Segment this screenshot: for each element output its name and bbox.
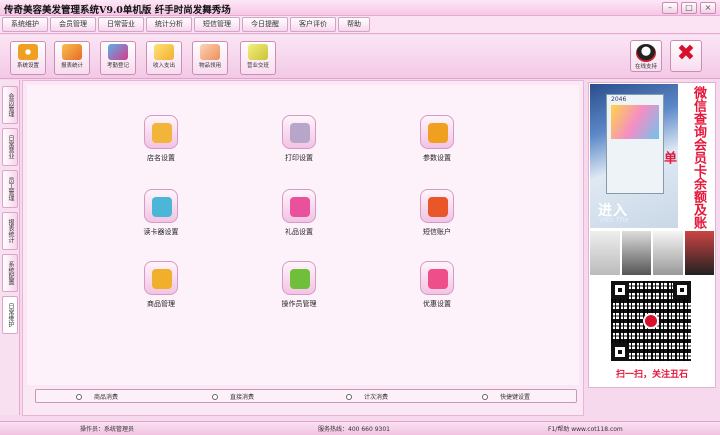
sms-icon bbox=[420, 189, 454, 223]
item-requisition-button[interactable]: 物品领用 bbox=[192, 41, 228, 75]
radio-direct-consumption[interactable]: 直接消费 bbox=[212, 392, 254, 401]
thumbnail-1 bbox=[590, 231, 620, 275]
status-help[interactable]: F1/帮助 www.cot118.com bbox=[548, 424, 623, 433]
window-controls: – □ × bbox=[662, 2, 716, 14]
status-hotline: 服务热线：400 660 9301 bbox=[318, 426, 390, 433]
card-reader-settings[interactable]: 读卡器设置 bbox=[121, 189, 201, 245]
shortcut-radio-bar: 商品消费 直接消费 计次消费 快捷键设置 bbox=[35, 389, 577, 403]
income-expense-button[interactable]: 收入支出 bbox=[146, 41, 182, 75]
store-name-settings[interactable]: 店名设置 bbox=[121, 115, 201, 171]
menu-member-management[interactable]: 会员管理 bbox=[50, 17, 96, 32]
thumbnail-4 bbox=[684, 231, 714, 275]
exit-button[interactable]: ✖ bbox=[670, 40, 702, 72]
handover-icon bbox=[248, 44, 268, 60]
goods-icon bbox=[144, 261, 178, 295]
thumbnail-3 bbox=[653, 231, 683, 275]
chart-icon bbox=[62, 44, 82, 60]
store-icon bbox=[144, 115, 178, 149]
shift-handover-button[interactable]: 营业交班 bbox=[240, 41, 276, 75]
discount-settings[interactable]: 优惠设置 bbox=[397, 261, 477, 317]
card-reader-icon bbox=[144, 189, 178, 223]
qr-corner bbox=[673, 281, 691, 299]
sms-account[interactable]: 短信账户 bbox=[397, 189, 477, 245]
tab-daily-business[interactable]: 日常营业 bbox=[2, 128, 18, 166]
tab-report-statistics[interactable]: 报表统计 bbox=[2, 212, 18, 250]
status-operator: 操作员：系统管理员 bbox=[80, 426, 135, 433]
scan-prompt: 扫一扫，关注丑石 bbox=[615, 370, 688, 380]
online-support-button[interactable]: 在线支持 bbox=[630, 40, 662, 72]
tab-member-management[interactable]: 会员管理 bbox=[2, 86, 18, 124]
wallet-icon bbox=[154, 44, 174, 60]
operator-management[interactable]: 操作员管理 bbox=[259, 261, 339, 317]
main-panel: 店名设置 打印设置 参数设置 读卡器设置 礼品设置 短信账户 商品管理 操作员管… bbox=[22, 80, 584, 416]
attendance-button[interactable]: 考勤登记 bbox=[100, 41, 136, 75]
radio-goods-consumption[interactable]: 商品消费 bbox=[76, 392, 118, 401]
tab-daily-maintenance[interactable]: 日常维护 bbox=[2, 296, 18, 334]
settings-grid: 店名设置 打印设置 参数设置 读卡器设置 礼品设置 短信账户 商品管理 操作员管… bbox=[27, 85, 579, 385]
ad-thumbnails bbox=[590, 231, 714, 275]
window-close-button[interactable]: × bbox=[700, 2, 716, 14]
users-icon bbox=[282, 261, 316, 295]
qr-code bbox=[611, 281, 691, 361]
radio-shortcut-settings[interactable]: 快捷键设置 bbox=[482, 392, 530, 401]
radio-count-consumption[interactable]: 计次消费 bbox=[346, 392, 388, 401]
menu-bar: 系统维护 会员管理 日常营业 统计分析 短信管理 今日提醒 客户评价 帮助 bbox=[0, 16, 720, 34]
tab-employee-management[interactable]: 员工管理 bbox=[2, 170, 18, 208]
qr-logo-icon bbox=[643, 313, 659, 329]
parameter-settings[interactable]: 参数设置 bbox=[397, 115, 477, 171]
menu-system-maintenance[interactable]: 系统维护 bbox=[2, 17, 48, 32]
system-settings-button[interactable]: 系统设置 bbox=[10, 41, 46, 75]
wechat-ad-panel[interactable]: 2046 进入 Into The 微信查询会员卡余额及账单 扫一扫，关注丑石 bbox=[588, 82, 716, 388]
gift-settings[interactable]: 礼品设置 bbox=[259, 189, 339, 245]
gift-icon bbox=[282, 189, 316, 223]
puzzle-icon bbox=[420, 115, 454, 149]
hand-icon bbox=[200, 44, 220, 60]
screen-number: 2046 bbox=[611, 96, 627, 103]
phone-screen bbox=[611, 105, 659, 139]
left-tab-bar: 会员管理 日常营业 员工管理 报表统计 系统配置 日常维护 bbox=[0, 80, 20, 415]
clock-icon bbox=[108, 44, 128, 60]
maximize-button[interactable]: □ bbox=[681, 2, 697, 14]
printer-icon bbox=[282, 115, 316, 149]
phone-mockup: 2046 bbox=[606, 94, 664, 194]
menu-customer-review[interactable]: 客户评价 bbox=[290, 17, 336, 32]
gear-icon bbox=[18, 44, 38, 60]
discount-icon bbox=[420, 261, 454, 295]
toolbar: 系统设置 报表统计 考勤登记 收入支出 物品领用 营业交班 在线支持 ✖ bbox=[0, 35, 720, 79]
menu-sms[interactable]: 短信管理 bbox=[194, 17, 240, 32]
window-title: 传奇美容美发管理系统V9.0单机版 纤手时尚发舞秀场 bbox=[4, 5, 231, 16]
thumbnail-2 bbox=[621, 231, 651, 275]
close-icon: ✖ bbox=[676, 41, 696, 66]
qq-icon bbox=[636, 44, 656, 62]
title-bar: 传奇美容美发管理系统V9.0单机版 纤手时尚发舞秀场 – □ × bbox=[0, 0, 720, 16]
qr-corner bbox=[611, 281, 629, 299]
qr-corner bbox=[611, 343, 629, 361]
goods-management[interactable]: 商品管理 bbox=[121, 261, 201, 317]
ad-enter-subtext: Into The bbox=[600, 216, 629, 224]
status-bar: 操作员：系统管理员 服务热线：400 660 9301 F1/帮助 www.co… bbox=[0, 421, 720, 435]
print-settings[interactable]: 打印设置 bbox=[259, 115, 339, 171]
menu-today-reminder[interactable]: 今日提醒 bbox=[242, 17, 288, 32]
ad-headline: 微信查询会员卡余额及账单 bbox=[661, 85, 706, 229]
tab-system-config[interactable]: 系统配置 bbox=[2, 254, 18, 292]
menu-daily-business[interactable]: 日常营业 bbox=[98, 17, 144, 32]
report-statistics-button[interactable]: 报表统计 bbox=[54, 41, 90, 75]
menu-help[interactable]: 帮助 bbox=[338, 17, 370, 32]
minimize-button[interactable]: – bbox=[662, 2, 678, 14]
menu-statistics[interactable]: 统计分析 bbox=[146, 17, 192, 32]
